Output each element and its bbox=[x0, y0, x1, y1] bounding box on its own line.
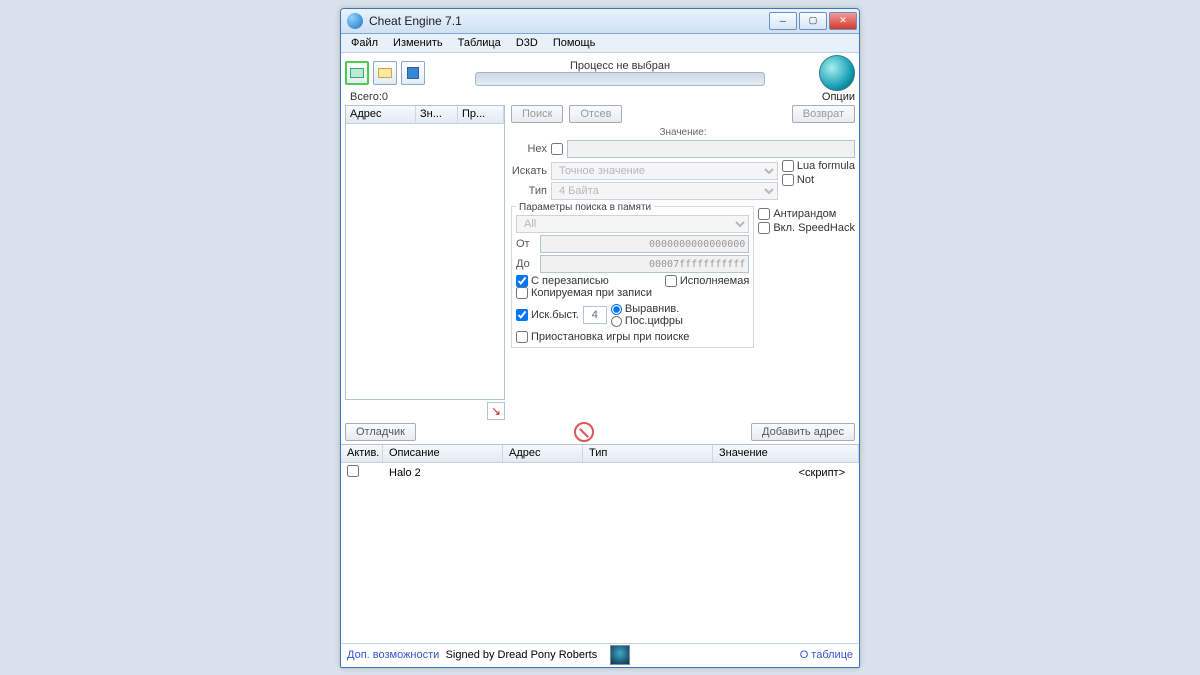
window-title: Cheat Engine 7.1 bbox=[369, 14, 769, 28]
menu-help[interactable]: Помощь bbox=[546, 35, 603, 51]
menu-edit[interactable]: Изменить bbox=[386, 35, 450, 51]
not-checkbox[interactable] bbox=[782, 174, 794, 186]
scantype-select[interactable]: Точное значение bbox=[551, 162, 778, 180]
col-active[interactable]: Актив. bbox=[341, 445, 383, 462]
speedhack-checkbox[interactable] bbox=[758, 222, 770, 234]
add-to-addresslist-button[interactable]: ↘ bbox=[487, 402, 505, 420]
fastscan-checkbox[interactable] bbox=[516, 309, 528, 321]
executable-checkbox[interactable] bbox=[665, 275, 677, 287]
no-process-icon bbox=[574, 422, 594, 442]
row-active-checkbox[interactable] bbox=[347, 465, 359, 477]
cheatengine-logo-icon[interactable] bbox=[819, 55, 855, 91]
scan-results-list[interactable]: Адрес Зн... Пр... bbox=[345, 105, 505, 400]
add-address-button[interactable]: Добавить адрес bbox=[751, 423, 855, 441]
extras-link[interactable]: Доп. возможности bbox=[347, 649, 439, 661]
memory-group-label: Параметры поиска в памяти bbox=[516, 202, 654, 213]
app-icon bbox=[347, 13, 363, 29]
statusbar: Доп. возможности Signed by Dread Pony Ro… bbox=[341, 643, 859, 666]
col-type[interactable]: Тип bbox=[583, 445, 713, 462]
address-table: Актив. Описание Адрес Тип Значение Halo … bbox=[341, 444, 859, 643]
titlebar[interactable]: Cheat Engine 7.1 ─ ▢ ✕ bbox=[341, 9, 859, 34]
scan-value-input[interactable] bbox=[567, 140, 855, 158]
valuetype-label: Тип bbox=[511, 185, 547, 197]
row-description[interactable]: Halo 2 bbox=[389, 467, 509, 479]
table-row[interactable]: Halo 2 <скрипт> bbox=[341, 463, 859, 482]
minimize-button[interactable]: ─ bbox=[769, 12, 797, 30]
col-val[interactable]: Значение bbox=[713, 445, 859, 462]
copyonwrite-checkbox[interactable] bbox=[516, 287, 528, 299]
col-value[interactable]: Зн... bbox=[416, 106, 458, 123]
menu-file[interactable]: Файл bbox=[344, 35, 385, 51]
col-description[interactable]: Описание bbox=[383, 445, 503, 462]
fastscan-value-input[interactable] bbox=[583, 306, 607, 324]
from-label: От bbox=[516, 238, 536, 250]
hex-label: Hex bbox=[511, 143, 547, 155]
scan-progressbar bbox=[475, 72, 765, 86]
scantype-label: Искать bbox=[511, 165, 547, 177]
writable-checkbox[interactable] bbox=[516, 275, 528, 287]
pause-game-checkbox[interactable] bbox=[516, 331, 528, 343]
open-file-button[interactable] bbox=[373, 61, 397, 85]
alignment-radio[interactable] bbox=[611, 304, 622, 315]
undo-scan-button[interactable]: Возврат bbox=[792, 105, 855, 123]
process-status-label: Процесс не выбран bbox=[570, 60, 670, 72]
valuetype-select[interactable]: 4 Байта bbox=[551, 182, 778, 200]
to-label: До bbox=[516, 258, 536, 270]
app-window: Cheat Engine 7.1 ─ ▢ ✕ Файл Изменить Таб… bbox=[340, 8, 860, 668]
range-from-input[interactable] bbox=[540, 235, 749, 253]
lua-formula-checkbox[interactable] bbox=[782, 160, 794, 172]
signed-by-label: Signed by Dread Pony Roberts bbox=[446, 649, 598, 661]
col-addr[interactable]: Адрес bbox=[503, 445, 583, 462]
save-button[interactable] bbox=[401, 61, 425, 85]
antirandom-checkbox[interactable] bbox=[758, 208, 770, 220]
debugger-button[interactable]: Отладчик bbox=[345, 423, 416, 441]
found-count-label: Всего:0 bbox=[345, 91, 393, 103]
col-previous[interactable]: Пр... bbox=[458, 106, 504, 123]
memory-region-select[interactable]: All bbox=[516, 215, 749, 233]
value-label: Значение: bbox=[511, 127, 855, 138]
select-process-button[interactable] bbox=[345, 61, 369, 85]
row-value[interactable]: <скрипт> bbox=[719, 467, 853, 479]
maximize-button[interactable]: ▢ bbox=[799, 12, 827, 30]
hex-checkbox[interactable] bbox=[551, 143, 563, 155]
first-scan-button[interactable]: Поиск bbox=[511, 105, 563, 123]
menubar: Файл Изменить Таблица D3D Помощь bbox=[341, 34, 859, 53]
scan-panel: Поиск Отсев Возврат Значение: Hex Искать… bbox=[511, 105, 855, 420]
about-table-link[interactable]: О таблице bbox=[800, 649, 853, 661]
menu-table[interactable]: Таблица bbox=[451, 35, 508, 51]
close-button[interactable]: ✕ bbox=[829, 12, 857, 30]
range-to-input[interactable] bbox=[540, 255, 749, 273]
options-link[interactable]: Опции bbox=[822, 91, 855, 103]
col-address[interactable]: Адрес bbox=[346, 106, 416, 123]
author-avatar-icon bbox=[610, 645, 630, 665]
lastdigits-radio[interactable] bbox=[611, 316, 622, 327]
menu-d3d[interactable]: D3D bbox=[509, 35, 545, 51]
next-scan-button[interactable]: Отсев bbox=[569, 105, 622, 123]
